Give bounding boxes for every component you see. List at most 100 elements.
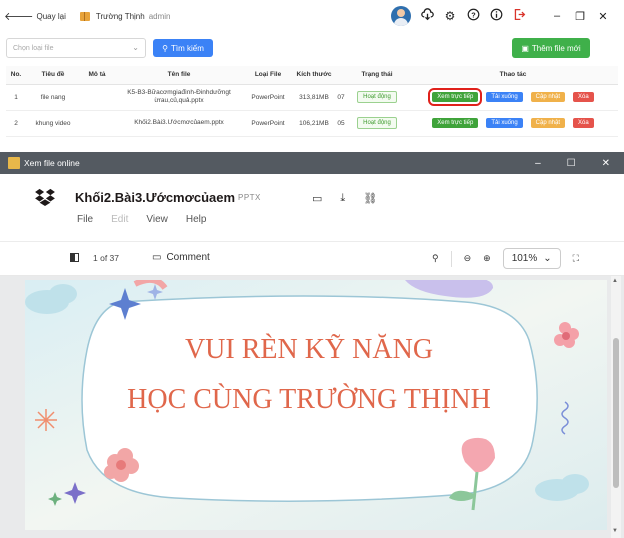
close-icon[interactable]: ✕	[596, 10, 610, 23]
col-type: Loại File	[244, 66, 292, 85]
zoom-in-icon[interactable]: ⊕	[483, 253, 491, 264]
link-icon[interactable]: ⛓	[363, 192, 377, 205]
col-size: Kích thước	[292, 66, 336, 85]
viewer-toolbar: 1 of 37 ▭ Comment ⚲ ⊖ ⊕ 101% ⌄ ⛶	[0, 242, 624, 276]
page-indicator: 1 of 37	[93, 253, 119, 263]
close-icon[interactable]: ✕	[602, 158, 610, 169]
row-no: 1	[6, 84, 26, 111]
filename-line-2: ừrau,củ,quả.pptx	[154, 97, 204, 104]
update-button[interactable]: Cập nhật	[530, 118, 566, 128]
search-button[interactable]: ⚲ Tìm kiếm	[153, 39, 213, 57]
document-actions: ▭ ⤓ ⛓	[312, 192, 377, 205]
row-extra: 05	[336, 110, 346, 137]
row-filename: Khối2.Bài3.Ướcmơcủaem.pptx	[114, 110, 244, 137]
col-title: Tiêu đề	[26, 66, 80, 85]
table-row: 2 khung video Khối2.Bài3.Ướcmơcủaem.pptx…	[6, 110, 618, 137]
row-desc	[80, 84, 114, 111]
menu-help[interactable]: Help	[186, 214, 207, 225]
view-online-button[interactable]: Xem trực tiếp	[428, 88, 483, 106]
vertical-scrollbar[interactable]: ▲ ▼	[611, 276, 621, 538]
minimize-icon[interactable]: –	[535, 158, 541, 169]
top-bar: 🡐 Quay lại Trường Thịnh admin ⚙ ? – ❐ ✕	[0, 0, 624, 32]
sidebar-toggle-icon[interactable]	[70, 253, 79, 262]
col-status: Trạng thái	[346, 66, 408, 85]
row-size: 106,21MB	[292, 110, 336, 137]
table-header-row: No. Tiêu đề Mô tả Tên file Loại File Kíc…	[6, 66, 618, 85]
row-title: file nang	[26, 84, 80, 111]
gear-icon[interactable]: ⚙	[443, 9, 457, 23]
col-no: No.	[6, 66, 26, 85]
restore-icon[interactable]: ❐	[573, 10, 587, 23]
viewer-window-controls: – ☐ ✕	[535, 158, 610, 169]
status-badge: Hoạt động	[357, 117, 397, 129]
cloud-download-icon[interactable]	[420, 8, 434, 24]
row-type: PowerPoint	[244, 110, 292, 137]
back-label: Quay lại	[36, 11, 66, 21]
add-file-button[interactable]: ▣ Thêm file mới	[512, 38, 590, 58]
dropbox-logo-icon	[35, 188, 55, 206]
filename-line-1: Khối2.Bài3.Ướcmơcủaem.pptx	[134, 119, 224, 126]
delete-button[interactable]: Xóa	[573, 118, 594, 128]
scrollbar-thumb[interactable]	[613, 338, 619, 488]
row-actions: Xem trực tiếp Tải xuống Cập nhật Xóa	[408, 110, 618, 137]
view-online-button[interactable]: Xem trực tiếp	[432, 118, 479, 128]
filename-line-1: K5-B3-Bữacơmgiađình-Đinhdưỡngt	[127, 89, 231, 96]
slide-canvas: VUI RÈN KỸ NĂNG HỌC CÙNG TRƯỜNG THỊNH	[25, 280, 607, 530]
slide-heading-1: VUI RÈN KỸ NĂNG	[185, 334, 433, 365]
comment-icon[interactable]: ▭	[312, 192, 322, 205]
slide-viewport: VUI RÈN KỸ NĂNG HỌC CÙNG TRƯỜNG THỊNH ▲ …	[0, 276, 624, 538]
fullscreen-icon[interactable]: ⛶	[573, 253, 579, 264]
add-file-label: Thêm file mới	[531, 43, 581, 53]
update-button[interactable]: Cập nhật	[530, 92, 566, 102]
row-type: PowerPoint	[244, 84, 292, 111]
row-filename: K5-B3-Bữacơmgiađình-Đinhdưỡngt ừrau,củ,q…	[114, 84, 244, 111]
chevron-down-icon: ⌄	[543, 253, 552, 264]
download-icon[interactable]: ⤓	[340, 192, 345, 205]
comment-button[interactable]: ▭ Comment	[152, 252, 210, 263]
zoom-out-icon[interactable]: ⊖	[464, 253, 472, 264]
document-menu: File Edit View Help	[77, 214, 206, 225]
info-icon[interactable]	[489, 8, 503, 24]
download-button[interactable]: Tải xuống	[486, 118, 523, 128]
scroll-down-icon[interactable]: ▼	[612, 528, 618, 534]
slide-heading-2: HỌC CÙNG TRƯỜNG THỊNH	[127, 384, 491, 415]
minimize-icon[interactable]: –	[550, 10, 564, 22]
user-role: admin	[148, 11, 171, 21]
row-no: 2	[6, 110, 26, 137]
col-actions: Thao tác	[408, 66, 618, 85]
col-desc: Mô tả	[80, 66, 114, 85]
add-file-icon: ▣	[521, 43, 529, 53]
divider	[450, 250, 452, 267]
back-button[interactable]: 🡐 Quay lại	[4, 9, 66, 23]
row-desc	[80, 110, 114, 137]
row-status: Hoạt động	[346, 84, 408, 111]
download-button[interactable]: Tải xuống	[486, 92, 523, 102]
menu-file[interactable]: File	[77, 214, 93, 225]
comment-label: Comment	[166, 252, 210, 263]
menu-view[interactable]: View	[146, 214, 168, 225]
menu-edit[interactable]: Edit	[111, 214, 128, 225]
document-header: Khối2.Bài3.Ướcmơcủaem PPTX File Edit Vie…	[0, 174, 624, 242]
search-label: Tìm kiếm	[170, 43, 204, 53]
row-actions: Xem trực tiếp Tải xuống Cập nhật Xóa	[408, 84, 618, 111]
viewer-titlebar: Xem file online – ☐ ✕	[0, 152, 624, 174]
logout-icon[interactable]	[512, 8, 526, 24]
delete-button[interactable]: Xóa	[573, 92, 594, 102]
chevron-down-icon: ⌄	[132, 43, 139, 52]
document-type: PPTX	[238, 193, 261, 202]
top-icons: ⚙ ? – ❐ ✕	[391, 6, 610, 26]
zoom-value: 101%	[511, 253, 538, 264]
viewer-app-icon	[8, 157, 20, 169]
table-row: 1 file nang K5-B3-Bữacơmgiađình-Đinhdưỡn…	[6, 84, 618, 111]
row-title: khung video	[26, 110, 80, 137]
avatar[interactable]	[391, 6, 411, 26]
zoom-select[interactable]: 101% ⌄	[502, 248, 561, 269]
maximize-icon[interactable]: ☐	[567, 158, 576, 169]
help-icon[interactable]: ?	[466, 8, 480, 24]
search-icon[interactable]: ⚲	[432, 253, 439, 264]
sun-decoration	[35, 409, 57, 431]
back-arrow-icon: 🡐	[4, 11, 34, 23]
file-type-select[interactable]: Chọn loại file ⌄	[6, 38, 146, 58]
book-icon	[79, 11, 90, 21]
scroll-up-icon[interactable]: ▲	[612, 278, 618, 284]
